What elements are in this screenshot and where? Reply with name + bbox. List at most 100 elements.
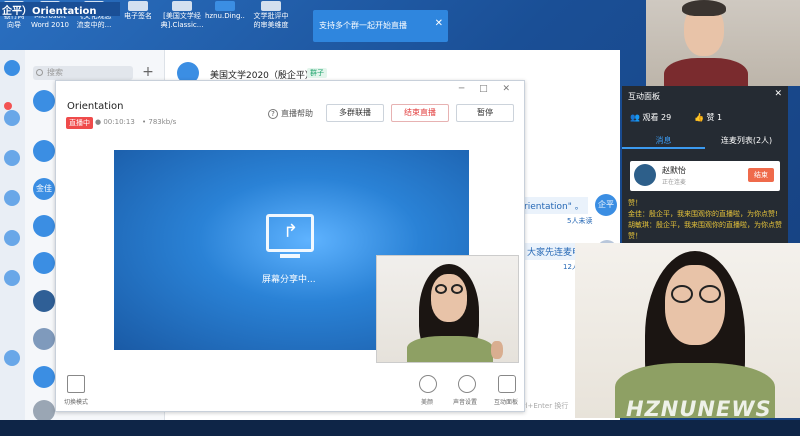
panel-message: 赞！ [628,199,642,207]
mic-user-card: 赵默怡 正在连麦 结束 [630,161,780,191]
network-icon: • [142,118,147,126]
beauty-icon[interactable] [419,375,437,393]
close-icon[interactable]: ✕ [774,89,782,99]
interaction-panel: 互动面板 ✕ 👥 观看 29 👍 赞 1 消息 连麦列表(2人) 赵默怡 正在连… [622,86,788,243]
bitrate: • 783kb/s [142,118,176,126]
tab-mic-list[interactable]: 连麦列表(2人) [705,133,788,149]
watermark: HZNUNEWS [626,397,772,421]
app-logo-icon[interactable] [4,60,20,76]
notification-text: 支持多个群一起开始直播 [319,21,407,30]
clock-icon: ● [95,118,102,126]
document-icon [172,1,192,11]
document-icon [128,1,148,11]
audio-settings-label: 声音设置 [453,399,478,406]
chat-avatar-jinjia[interactable]: 金佳 [33,178,55,200]
viewer-label: 观看 29 [642,113,672,122]
desktop-icon-label: 文学批评中 的审美维度 [253,12,289,29]
add-button[interactable]: + [141,64,155,80]
panel-title: 互动面板 [628,92,660,101]
cohost-video-small [376,255,519,363]
window-controls[interactable]: ─ □ ✕ [459,84,516,94]
viewer-count: 👥 观看 29 [630,112,671,123]
glasses [699,285,721,303]
chat-avatar[interactable] [33,215,55,237]
panel-message: 金佳：殷企平，我来围观你的直播啦，为你点赞! [628,210,778,218]
calendar-icon[interactable] [4,230,20,246]
glasses [451,284,463,294]
search-icon [36,69,43,76]
work-icon[interactable] [4,190,20,206]
desktop-icon-classic[interactable]: [美国文学经 典].Classic... [160,0,204,38]
sender-avatar[interactable]: 企平 [595,194,617,216]
desktop-icon-label: hznu.Ding... [205,12,245,20]
chat-avatar[interactable] [33,366,55,388]
like-label: 赞 1 [706,113,723,122]
cohost-video-large [575,243,800,418]
search-placeholder: 搜索 [47,68,63,77]
live-title: Orientation [67,101,124,112]
search-input[interactable]: 搜索 [33,66,133,80]
live-timer: ● 00:10:13 [95,118,135,126]
screen-share-status: 屏幕分享中... [262,275,316,285]
help-link[interactable]: ? 直播帮助 [268,108,313,119]
avatar [634,164,656,186]
panel-message: 赞！ [628,232,642,240]
chat-avatar[interactable] [33,90,55,112]
glasses [671,285,693,303]
message-icon[interactable] [4,110,20,126]
chat-avatar[interactable] [33,400,55,422]
desktop-icon-esign[interactable]: 电子签名 [120,0,156,38]
hair [682,0,726,16]
help-label: 直播帮助 [281,109,313,118]
body [664,58,748,86]
contacts-icon[interactable] [4,150,20,166]
chat-bubble-icon[interactable] [498,375,516,393]
group-tag: 群子 [307,68,327,78]
beauty-label: 美颜 [421,399,434,406]
ding-icon [215,1,235,11]
glasses [435,284,447,294]
end-live-button[interactable]: 结束直播 [391,104,449,122]
tab-messages[interactable]: 消息 [622,133,705,149]
switch-mode-label: 切换模式 [64,399,89,406]
docs-icon[interactable] [4,270,20,286]
live-rate: 783kb/s [148,118,177,126]
switch-mode-icon[interactable] [67,375,85,393]
desktop-icon-label: [美国文学经 典].Classic... [160,12,204,29]
end-mic-button[interactable]: 结束 [748,168,774,182]
user-name: 赵默怡 [662,166,686,175]
chat-avatar[interactable] [33,290,55,312]
chat-avatar[interactable] [33,328,55,350]
app-sidebar [0,50,25,420]
face [431,274,467,322]
close-icon[interactable]: ✕ [435,18,443,29]
desktop-icon-ding[interactable]: hznu.Ding... [205,0,245,38]
live-time: 00:10:13 [103,118,135,126]
window-title: 企平）Orientation [0,2,120,16]
teacher-video [646,0,800,86]
monitor-stand [280,254,300,258]
taskbar [0,420,800,436]
desktop-icon-aesthetics[interactable]: 文学批评中 的审美维度 [249,0,293,38]
chat-avatar[interactable] [33,252,55,274]
multi-group-button[interactable]: 多群联播 [326,104,384,122]
live-status-badge: 直播中 [66,117,93,129]
unread-badge [4,102,12,110]
help-icon: ? [268,109,278,119]
panel-message: 胡敏琪：殷企平，我来围观你的直播啦，为你点赞 [628,221,782,229]
share-arrow-icon: ↱ [283,221,299,242]
unread-count[interactable]: 5人未读 [567,216,592,226]
face [665,265,725,345]
interact-panel-label: 互动面板 [494,399,519,406]
notification-toast: 支持多个群一起开始直播 ✕ [313,10,448,42]
like-count: 👍 赞 1 [694,112,722,123]
more-icon[interactable] [4,350,20,366]
microphone-icon[interactable] [458,375,476,393]
body [407,336,493,362]
document-icon [261,1,281,11]
screen-share-icon: ↱ [266,214,314,252]
thumb-up-icon: 👍 [694,113,704,122]
chat-avatar[interactable] [33,140,55,162]
hand [491,341,503,359]
pause-button[interactable]: 暂停 [456,104,514,122]
